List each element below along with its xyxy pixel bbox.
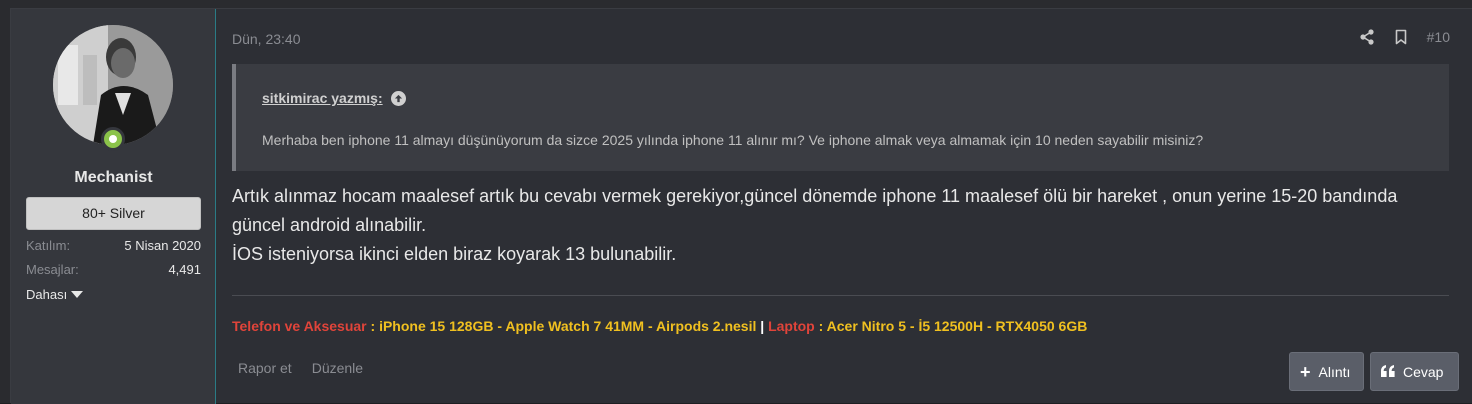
edit-link[interactable]: Düzenle — [312, 360, 363, 376]
post-body-line: İOS isteniyorsa ikinci elden biraz koyar… — [232, 244, 677, 264]
reply-button-label: Cevap — [1403, 363, 1444, 380]
more-label: Dahası — [26, 287, 68, 302]
signature-category: Telefon ve Aksesuar — [232, 318, 367, 334]
page-background: Mechanist 80+ Silver Katılım: 5 Nisan 20… — [0, 0, 1472, 404]
post-date[interactable]: Dün, 23:40 — [232, 31, 301, 47]
quote-marks-icon — [1381, 364, 1395, 380]
signature-divider — [232, 295, 1449, 296]
post-footer-links: Rapor et Düzenle — [238, 360, 363, 376]
share-icon[interactable] — [1359, 29, 1375, 45]
quote-author: sitkimirac yazmış: — [262, 90, 383, 106]
messages-stat: Mesajlar: 4,491 — [26, 262, 201, 277]
user-rank-badge: 80+ Silver — [26, 197, 201, 230]
post-body: Artık alınmaz hocam maalesef artık bu ce… — [232, 182, 1450, 269]
report-link[interactable]: Rapor et — [238, 360, 292, 376]
plus-icon: + — [1300, 361, 1311, 382]
caret-down-icon — [71, 291, 84, 298]
signature-category: Laptop — [764, 318, 815, 334]
messages-label: Mesajlar: — [26, 262, 79, 277]
post-number-link[interactable]: #10 — [1427, 29, 1450, 45]
post-actions: #10 — [1359, 29, 1450, 45]
reply-button[interactable]: Cevap — [1370, 352, 1459, 391]
joined-value: 5 Nisan 2020 — [124, 238, 201, 253]
username[interactable]: Mechanist — [11, 169, 216, 187]
post-main: Dün, 23:40 #10 sitkimirac yazmış: Merhab… — [232, 9, 1459, 404]
signature-text: : iPhone 15 128GB - Apple Watch 7 41MM -… — [366, 318, 761, 334]
online-status-icon — [101, 127, 125, 151]
joined-label: Katılım: — [26, 238, 71, 253]
arrow-up-circle-icon[interactable] — [390, 90, 406, 106]
quote-author-link[interactable]: sitkimirac yazmış: — [262, 90, 406, 106]
quote-button[interactable]: + Alıntı — [1289, 352, 1364, 391]
user-sidebar: Mechanist 80+ Silver Katılım: 5 Nisan 20… — [11, 9, 216, 404]
more-toggle[interactable]: Dahası — [26, 287, 84, 302]
messages-value: 4,491 — [168, 262, 201, 277]
post-body-line: Artık alınmaz hocam maalesef artık bu ce… — [232, 186, 1398, 235]
bookmark-icon[interactable] — [1393, 29, 1409, 45]
forum-post: Mechanist 80+ Silver Katılım: 5 Nisan 20… — [10, 8, 1472, 404]
signature-text: : Acer Nitro 5 - İ5 12500H - RTX4050 6GB — [814, 318, 1088, 334]
quote-block: sitkimirac yazmış: Merhaba ben iphone 11… — [232, 64, 1449, 171]
signature: Telefon ve Aksesuar : iPhone 15 128GB - … — [232, 318, 1087, 334]
quote-button-label: Alıntı — [1318, 363, 1351, 380]
quote-text: Merhaba ben iphone 11 almayı düşünüyorum… — [262, 132, 1204, 148]
joined-stat: Katılım: 5 Nisan 2020 — [26, 238, 201, 253]
